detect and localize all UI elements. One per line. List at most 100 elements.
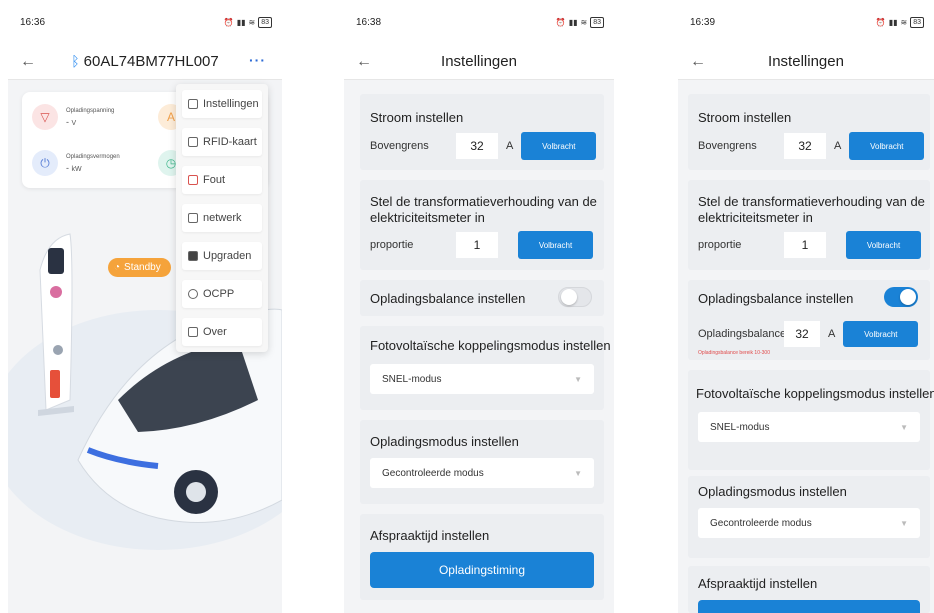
- upgrade-icon: [188, 251, 198, 261]
- pv-card: Fotovoltaïsche koppelingsmodus instellen…: [688, 370, 934, 470]
- menu-item-about[interactable]: Over: [182, 318, 262, 346]
- confirm-button[interactable]: Volbracht: [518, 231, 593, 259]
- wifi-icon: ≋: [248, 17, 256, 27]
- current-limit-input[interactable]: 32: [784, 133, 826, 159]
- back-arrow-icon[interactable]: ←: [20, 53, 36, 71]
- more-menu-button[interactable]: ···: [249, 52, 266, 68]
- card-title: Opladingsmodus instellen: [698, 484, 847, 499]
- dropdown-menu: Instellingen RFID-kaart Fout netwerk Upg…: [176, 84, 268, 352]
- ocpp-icon: [188, 289, 198, 299]
- confirm-button[interactable]: Volbracht: [521, 132, 597, 160]
- chevron-down-icon: ▼: [900, 422, 908, 432]
- confirm-button[interactable]: Volbracht: [843, 321, 919, 347]
- row-label: Opladingsbalance: [698, 328, 784, 340]
- battery-icon: 83: [590, 16, 604, 28]
- card-title: Stel de transformatieverhouding van de e…: [370, 194, 597, 225]
- battery-icon: 83: [258, 16, 272, 28]
- status-time: 16:38: [356, 16, 382, 28]
- card-title: Stel de transformatieverhouding van de e…: [698, 194, 925, 225]
- ratio-row: proportie 1 Volbracht: [698, 231, 921, 259]
- status-time: 16:36: [20, 16, 46, 28]
- pv-mode-select[interactable]: SNEL-modus ▼: [370, 364, 594, 394]
- status-icons: ⏰ ▮▮ ≋ 83: [876, 16, 924, 28]
- card-title: Opladingsbalance instellen: [370, 291, 526, 306]
- status-icons: ⏰ ▮▮ ≋ 83: [223, 16, 272, 28]
- nav-bar: ← Instellingen: [678, 44, 934, 80]
- about-icon: [188, 327, 198, 337]
- nav-bar: ← ᛒ 60AL74BM77HL007 ···: [8, 44, 282, 80]
- card-title: Opladingsbalance instellen: [698, 291, 854, 306]
- menu-item-rfid[interactable]: RFID-kaart: [182, 128, 262, 156]
- menu-item-settings[interactable]: Instellingen: [182, 90, 262, 118]
- row-label: proportie: [370, 239, 414, 251]
- error-icon: [188, 175, 198, 185]
- confirm-button[interactable]: Volbracht: [846, 231, 921, 259]
- card-title: Stroom instellen: [370, 110, 464, 125]
- menu-item-network[interactable]: netwerk: [182, 204, 262, 232]
- status-bar: 16:36 ⏰ ▮▮ ≋ 83: [8, 0, 282, 44]
- toggle-knob: [900, 289, 916, 305]
- current-card: Stroom instellen Bovengrens 32 A Volbrac…: [688, 94, 930, 170]
- stat-value: - V: [66, 116, 77, 127]
- card-icon: [188, 137, 198, 147]
- balance-card: Opladingsbalance instellen Opladingsbala…: [688, 280, 930, 360]
- charging-timing-button[interactable]: Opladingstiming: [370, 552, 594, 588]
- unit-label: A: [834, 140, 842, 152]
- chevron-down-icon: ▼: [574, 374, 582, 384]
- balance-toggle[interactable]: [558, 287, 592, 307]
- confirm-button[interactable]: Volbracht: [849, 132, 925, 160]
- alarm-icon: ⏰: [223, 17, 234, 27]
- ratio-input[interactable]: 1: [456, 232, 498, 258]
- menu-item-upgrade[interactable]: Upgraden: [182, 242, 262, 270]
- unit-label: A: [828, 328, 836, 340]
- charging-mode-select[interactable]: Gecontroleerde modus ▼: [370, 458, 594, 488]
- toggle-knob: [561, 289, 577, 305]
- row-label: proportie: [698, 239, 742, 251]
- phone-settings-screen: 16:38 ⏰ ▮▮ ≋ 83 ← Instellingen Stroom in…: [344, 0, 614, 613]
- power-plug-icon: ⏻: [32, 150, 58, 176]
- appointment-card: Afspraaktijd instellen Opladingstiming: [360, 514, 604, 600]
- back-arrow-icon[interactable]: ←: [690, 53, 706, 71]
- balance-input[interactable]: 32: [784, 321, 820, 347]
- row-label: Bovengrens: [370, 140, 429, 152]
- stage: 16:36 ⏰ ▮▮ ≋ 83 ← ᛒ 60AL74BM77HL007 ··· ▽…: [0, 0, 934, 613]
- chevron-down-icon: ▼: [574, 468, 582, 478]
- unit-label: A: [506, 140, 514, 152]
- signal-icon: ▮▮: [236, 17, 246, 27]
- card-title: Stroom instellen: [698, 110, 792, 125]
- charging-mode-card: Opladingsmodus instellen Gecontroleerde …: [688, 476, 930, 558]
- charging-mode-card: Opladingsmodus instellen Gecontroleerde …: [360, 420, 604, 504]
- signal-icon: ▮▮: [888, 17, 898, 27]
- device-title: ᛒ 60AL74BM77HL007: [8, 53, 282, 70]
- current-row: Bovengrens 32 A Volbracht: [370, 132, 597, 160]
- status-bar: 16:38 ⏰ ▮▮ ≋ 83: [344, 0, 614, 44]
- balance-range-hint: Opladingsbalance bereik 10-300: [698, 350, 770, 356]
- current-card: Stroom instellen Bovengrens 32 A Volbrac…: [360, 94, 604, 170]
- charging-mode-select[interactable]: Gecontroleerde modus ▼: [698, 508, 920, 538]
- network-icon: [188, 213, 198, 223]
- menu-item-error[interactable]: Fout: [182, 166, 262, 194]
- stat-value: - kW: [66, 162, 82, 173]
- stat-label: Opladingspanning: [66, 107, 115, 114]
- wifi-icon: ≋: [900, 17, 908, 27]
- settings-icon: [188, 99, 198, 109]
- balance-card: Opladingsbalance instellen: [360, 280, 604, 316]
- current-limit-input[interactable]: 32: [456, 133, 498, 159]
- nav-bar: ← Instellingen: [344, 44, 614, 80]
- pv-mode-select[interactable]: SNEL-modus ▼: [698, 412, 920, 442]
- card-title: Afspraaktijd instellen: [370, 528, 490, 543]
- menu-item-ocpp[interactable]: OCPP: [182, 280, 262, 308]
- clock-icon: ◔: [114, 262, 121, 273]
- battery-icon: 83: [910, 16, 924, 28]
- page-title: Instellingen: [768, 53, 844, 70]
- charging-timing-button[interactable]: [698, 600, 920, 613]
- balance-toggle[interactable]: [884, 287, 918, 307]
- card-title: Opladingsmodus instellen: [370, 434, 519, 449]
- stat-voltage: ▽ Opladingspanning - V: [32, 104, 114, 130]
- back-arrow-icon[interactable]: ←: [356, 53, 372, 71]
- voltage-icon: ▽: [32, 104, 58, 130]
- phone-device-screen: 16:36 ⏰ ▮▮ ≋ 83 ← ᛒ 60AL74BM77HL007 ··· ▽…: [8, 0, 282, 613]
- alarm-icon: ⏰: [555, 17, 566, 27]
- ratio-input[interactable]: 1: [784, 232, 826, 258]
- status-time: 16:39: [690, 16, 716, 28]
